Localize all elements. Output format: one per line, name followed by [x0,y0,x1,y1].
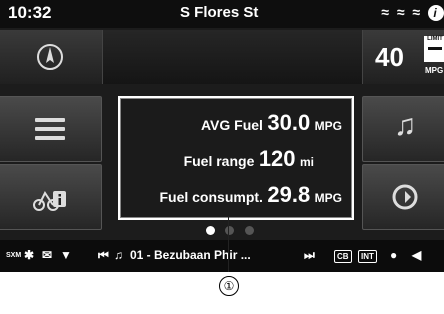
music-note-icon: ♫ [114,248,123,262]
int-label: INT [358,250,377,263]
infotainment-screen: 10:32 S Flores St ≈ ≈ ≈ i 40 LIMIT MPG ♫… [0,0,444,272]
menu-icon [35,118,65,140]
message-icon[interactable]: ✉ [42,248,52,262]
fuel-consumption-row: Fuel consumpt. 29.8 MPG [159,182,342,208]
status-icons: ≈ ≈ ≈ i [381,4,444,21]
signal-icon: ≈ [396,4,407,20]
sxm-signal: SXM [6,246,21,260]
fuel-info-panel[interactable]: AVG Fuel 30.0 MPG Fuel range 120 mi Fuel… [118,96,354,220]
page-dot[interactable] [206,226,215,235]
callout-leader-line [228,216,229,272]
track-title: 01 - Bezubaan Phir ... [130,248,251,262]
status-bar: 10:32 S Flores St ≈ ≈ ≈ i [0,0,444,28]
bluetooth-icon: ✱ [24,248,35,262]
signal-icon: ≈ [412,4,423,20]
speed-unit: MPG [425,66,444,75]
fuel-row-unit: MPG [314,191,342,205]
microphone-icon[interactable]: ● [390,248,397,262]
antenna-icon: ▼ [60,248,72,262]
signal-icon: ≈ [381,4,391,20]
page-dot[interactable] [225,226,235,235]
bottom-bar: SXM ✱ ✉ ▼ ⏮ ♫ 01 - Bezubaan Phir ... ⏭ C… [0,240,444,272]
previous-track-button[interactable]: ⏮ [98,248,109,263]
volume-icon[interactable]: ◀ [412,248,421,262]
page-indicator[interactable] [206,222,260,240]
avg-fuel-row: AVG Fuel 30.0 MPG [201,110,342,136]
fuel-row-value: 30.0 [267,110,311,135]
fuel-row-value: 120 [258,146,296,171]
sxm-label: SXM [6,252,22,259]
fuel-row-unit: MPG [314,119,342,133]
clock: 10:32 [8,3,52,22]
vehicle-info-icon [33,191,66,211]
fuel-row-label: Fuel range [183,153,255,169]
replay-icon [392,184,418,210]
info-icon[interactable]: i [428,5,444,21]
speed-limit-sign: LIMIT [424,36,444,62]
compass-button[interactable] [0,30,103,84]
fuel-row-value: 29.8 [267,182,311,207]
street-name: S Flores St [180,4,259,21]
limit-label: LIMIT [427,36,443,42]
cb-label: CB [334,250,352,263]
speed-value: 40 [375,42,404,72]
callout-number: ① [219,276,239,296]
menu-button[interactable] [0,96,102,162]
music-button[interactable]: ♫ [362,96,444,162]
next-track-button[interactable]: ⏭ [304,248,315,263]
fuel-range-row: Fuel range 120 mi [184,146,314,172]
replay-button[interactable] [362,164,444,230]
compass-icon [37,44,63,70]
fuel-row-label: Fuel consumpt. [159,189,263,205]
cb-button[interactable]: CB [334,248,352,263]
music-note-icon: ♫ [393,109,417,142]
fuel-row-label: AVG Fuel [200,117,263,133]
vehicle-info-button[interactable] [0,164,102,230]
page-dot[interactable] [244,226,254,235]
fuel-row-unit: mi [299,155,314,169]
int-button[interactable]: INT [358,248,377,263]
